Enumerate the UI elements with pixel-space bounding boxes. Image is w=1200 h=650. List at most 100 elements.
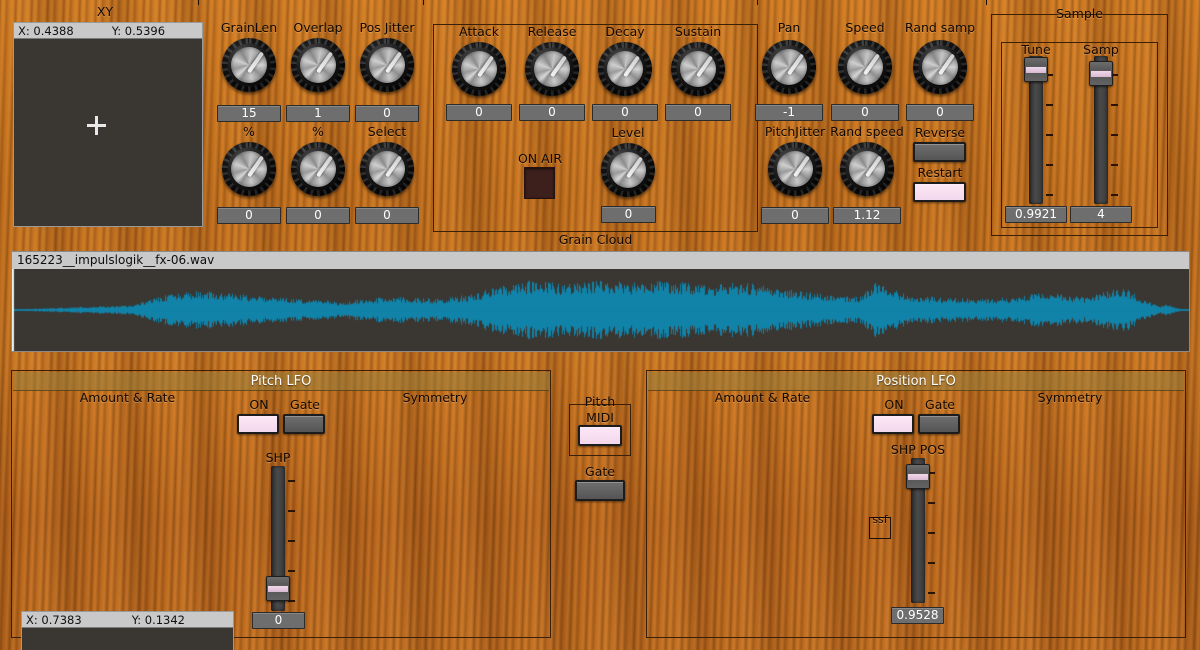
ssf-label: ssf [872, 513, 888, 526]
cloud-knob-value-3[interactable]: 0 [665, 104, 731, 121]
level-value[interactable]: 0 [601, 206, 656, 223]
sample-slider-1[interactable] [1086, 56, 1118, 204]
grain-knob-value-1[interactable]: 1 [286, 105, 350, 122]
playback-knob-value-2[interactable]: 0 [906, 104, 974, 121]
on-air-indicator[interactable] [524, 167, 555, 199]
pitch-midi-label: MIDI [586, 410, 614, 425]
sample-group-title: Sample [1056, 6, 1103, 21]
reverse-button[interactable] [913, 142, 966, 162]
pitch-lfo-on-label: ON [249, 397, 269, 412]
grain-subknob-label-1: % [312, 124, 324, 139]
cloud-knob-value-2[interactable]: 0 [592, 104, 658, 121]
pitch-lfo-shp-slider[interactable] [263, 466, 295, 611]
knob[interactable] [360, 142, 414, 196]
position-lfo-shp-pos-slider[interactable] [903, 458, 935, 603]
knob[interactable] [913, 40, 967, 94]
pitch-lfo-gate-label: Gate [290, 397, 320, 412]
knob[interactable] [525, 42, 579, 96]
level-knob[interactable] [601, 143, 655, 197]
knob[interactable] [222, 142, 276, 196]
cloud-knob-label-1: Release [527, 24, 577, 39]
waveform-filename: 165223__impulslogik__fx-06.wav [17, 253, 215, 267]
position-lfo-on-button[interactable] [872, 414, 914, 434]
waveform-panel[interactable]: 165223__impulslogik__fx-06.wav [11, 251, 1190, 352]
level-label: Level [611, 125, 645, 140]
pitch-center-gate-button[interactable] [575, 480, 625, 501]
cloud-knob-label-2: Decay [605, 24, 645, 39]
pitch-lfo-ar-readout: X: 0.7383 Y: 0.1342 [22, 612, 233, 628]
position-lfo-gate-button[interactable] [918, 414, 960, 434]
restart-button[interactable] [913, 182, 966, 202]
grain-subknob-value-2[interactable]: 0 [355, 207, 419, 224]
grain-knob-value-2[interactable]: 0 [355, 105, 419, 122]
playback-knob2-label-1: Rand speed [830, 124, 904, 139]
knob[interactable] [840, 142, 894, 196]
reverse-label: Reverse [914, 125, 966, 140]
knob[interactable] [598, 42, 652, 96]
grain-cloud-title: Grain Cloud [558, 232, 633, 247]
pitch-midi-button[interactable] [578, 425, 622, 446]
playback-knob2-value-0[interactable]: 0 [761, 207, 829, 224]
grain-subknob-label-2: Select [367, 124, 407, 139]
knob[interactable] [671, 42, 725, 96]
grain-subknob-value-1[interactable]: 0 [286, 207, 350, 224]
grain-knob-label-0: GrainLen [220, 20, 278, 35]
top-tick [986, 0, 987, 5]
grain-knob-value-0[interactable]: 15 [217, 105, 281, 122]
knob[interactable] [838, 40, 892, 94]
sample-slider-value-0[interactable]: 0.9921 [1005, 206, 1067, 223]
position-lfo-symmetry-label: Symmetry [1037, 390, 1103, 405]
sample-slider-value-1[interactable]: 4 [1070, 206, 1132, 223]
cloud-knob-value-0[interactable]: 0 [446, 104, 512, 121]
pitch-lfo-ar-y-value: Y: 0.1342 [131, 613, 185, 627]
playback-knob-value-1[interactable]: 0 [831, 104, 899, 121]
position-lfo-title: Position LFO [648, 372, 1184, 391]
playback-knob-value-0[interactable]: -1 [755, 104, 823, 121]
sample-slider-label-1: Samp [1083, 42, 1119, 57]
position-lfo-shp-pos-label: SHP POS [890, 442, 946, 457]
cloud-knob-label-3: Sustain [674, 24, 722, 39]
grain-subknob-label-0: % [243, 124, 255, 139]
waveform-display[interactable] [12, 269, 1189, 351]
knob[interactable] [291, 38, 345, 92]
playback-knob-label-0: Pan [777, 20, 801, 35]
pitch-lfo-gate-button[interactable] [283, 414, 325, 434]
plugin-window: XY X: 0.4388 Y: 0.5396 GrainLen 15% 0 Overl… [0, 0, 1200, 650]
xy-pad[interactable]: X: 0.4388 Y: 0.5396 [13, 22, 203, 227]
pitch-lfo-on-button[interactable] [237, 414, 279, 434]
cloud-knob-value-1[interactable]: 0 [519, 104, 585, 121]
grain-knob-label-1: Overlap [293, 20, 343, 35]
cloud-knob-label-0: Attack [459, 24, 499, 39]
xy-pad-y-value: Y: 0.5396 [111, 24, 166, 38]
sample-slider-label-0: Tune [1021, 42, 1051, 57]
pitch-lfo-ar-x-value: X: 0.7383 [26, 613, 82, 627]
slider-handle[interactable] [266, 576, 290, 602]
pitch-lfo-shp-label: SHP [265, 450, 291, 465]
pitch-lfo-amount-rate-pad[interactable]: X: 0.7383 Y: 0.1342 [21, 611, 234, 650]
knob[interactable] [222, 38, 276, 92]
xy-pad-label: XY [96, 4, 114, 19]
position-lfo-amount-rate-label: Amount & Rate [714, 390, 811, 405]
knob[interactable] [768, 142, 822, 196]
slider-handle[interactable] [1089, 60, 1113, 86]
grain-subknob-value-0[interactable]: 0 [217, 207, 281, 224]
slider-handle[interactable] [906, 463, 930, 489]
sample-slider-0[interactable] [1021, 56, 1053, 204]
pitch-lfo-amount-rate-label: Amount & Rate [79, 390, 176, 405]
position-lfo-shp-pos-value[interactable]: 0.9528 [891, 607, 944, 624]
xy-pad-readout: X: 0.4388 Y: 0.5396 [14, 23, 202, 39]
knob[interactable] [360, 38, 414, 92]
pitch-center-gate-label: Gate [585, 464, 615, 479]
xy-pad-x-value: X: 0.4388 [18, 24, 74, 38]
knob[interactable] [291, 142, 345, 196]
playback-knob2-value-1[interactable]: 1.12 [833, 207, 901, 224]
pitch-lfo-shp-value[interactable]: 0 [252, 612, 305, 629]
knob[interactable] [452, 42, 506, 96]
grain-knob-label-2: Pos Jitter [359, 20, 415, 35]
pitch-lfo-symmetry-label: Symmetry [402, 390, 468, 405]
slider-handle[interactable] [1024, 56, 1048, 82]
restart-label: Restart [917, 165, 963, 180]
knob[interactable] [762, 40, 816, 94]
on-air-label: ON AIR [517, 151, 563, 166]
pitch-center-group-label: Pitch [584, 394, 616, 409]
